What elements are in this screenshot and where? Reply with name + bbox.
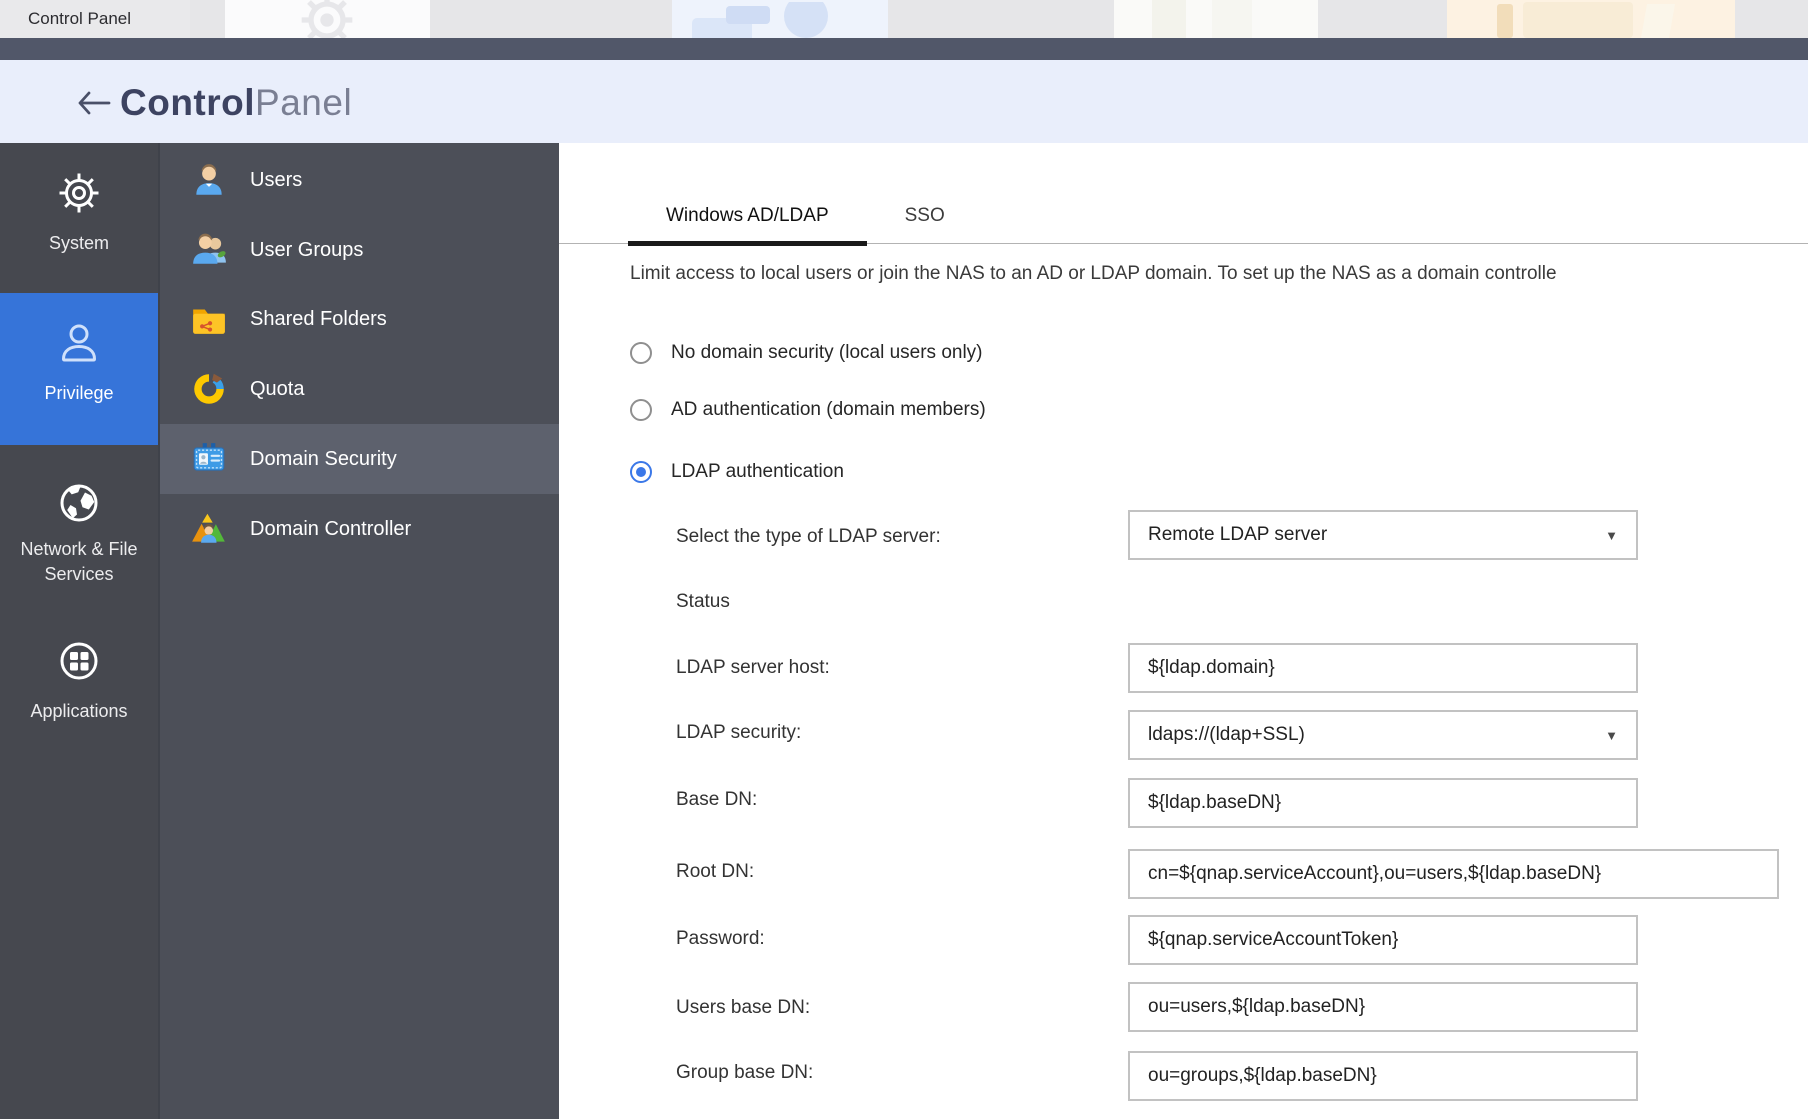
ldap-server-host-input[interactable] (1128, 643, 1638, 693)
user-icon (190, 161, 228, 199)
back-arrow-icon (76, 90, 112, 116)
ldap-server-host-label: LDAP server host: (676, 656, 830, 680)
ldap-type-dropdown[interactable]: Remote LDAP server ▼ (1128, 510, 1638, 560)
app-header: ControlPanel (0, 60, 1808, 143)
ldap-security-dropdown[interactable]: ldaps://(ldap+SSL) ▼ (1128, 710, 1638, 760)
globe-icon (55, 479, 103, 527)
files-ghost-icon (686, 2, 876, 38)
shared-folder-icon (190, 300, 228, 338)
menu-item-shared-folders[interactable]: Shared Folders (160, 284, 561, 354)
chevron-down-icon: ▼ (1605, 528, 1618, 543)
radio-ad-authentication[interactable]: AD authentication (domain members) (630, 397, 986, 423)
users-base-dn-input[interactable] (1128, 982, 1638, 1032)
menu-item-quota[interactable]: Quota (160, 354, 561, 424)
back-button[interactable] (72, 88, 116, 120)
quota-donut-icon (190, 370, 228, 408)
radio-icon[interactable] (630, 342, 652, 364)
taskbar-tab-label: Control Panel (28, 9, 131, 29)
status-label: Status (676, 590, 730, 614)
ldap-security-label: LDAP security: (676, 721, 801, 745)
menu-item-users[interactable]: Users (160, 145, 561, 215)
taskbar: Control Panel (0, 0, 1808, 38)
window-title-bar (0, 38, 1808, 60)
folder-ghost-icon (1487, 2, 1707, 38)
ldap-security-value: ldaps://(ldap+SSL) (1148, 724, 1305, 746)
radio-icon[interactable] (630, 399, 652, 421)
chevron-down-icon: ▼ (1605, 728, 1618, 743)
sidebar-item-label: Network & File Services (4, 537, 154, 587)
sidebar-item-label: Applications (30, 699, 127, 724)
ldap-type-value: Remote LDAP server (1148, 524, 1327, 546)
gear-icon (55, 169, 103, 217)
radio-ldap-authentication[interactable]: LDAP authentication (630, 459, 844, 485)
root-dn-label: Root DN: (676, 860, 754, 884)
apps-grid-icon (55, 637, 103, 685)
menu-item-domain-security[interactable]: Domain Security (160, 424, 561, 494)
users-base-dn-label: Users base DN: (676, 996, 810, 1020)
page-title-light: Panel (255, 82, 352, 123)
radio-no-domain-security[interactable]: No domain security (local users only) (630, 340, 983, 366)
radio-label: AD authentication (domain members) (671, 399, 986, 421)
user-icon (55, 319, 103, 367)
domain-controller-icon (190, 510, 228, 548)
sidebar-item-label: System (49, 231, 109, 256)
password-label: Password: (676, 927, 765, 951)
control-panel-window: Control Panel (0, 0, 1808, 1119)
sidebar-item-network-file-services[interactable]: Network & File Services (0, 473, 158, 593)
tab-bar: Windows AD/LDAP SSO (559, 143, 1808, 244)
menu-item-user-groups[interactable]: User Groups (160, 215, 561, 285)
menu-item-label: Quota (250, 378, 304, 401)
window-preview-settings[interactable] (225, 0, 430, 38)
window-preview-files[interactable] (672, 0, 888, 38)
gear-ghost-icon (295, 0, 359, 38)
sidebar-item-system[interactable]: System (0, 163, 158, 279)
radio-label: LDAP authentication (671, 461, 844, 483)
category-sidebar: System Privilege Network & File Services (0, 143, 158, 1119)
window-preview-document[interactable] (1114, 0, 1318, 38)
menu-item-domain-controller[interactable]: Domain Controller (160, 494, 561, 564)
id-badge-icon (190, 440, 228, 478)
base-dn-input[interactable] (1128, 778, 1638, 828)
menu-item-label: Domain Controller (250, 518, 411, 541)
group-base-dn-input[interactable] (1128, 1051, 1638, 1101)
ldap-type-label: Select the type of LDAP server: (676, 525, 941, 549)
taskbar-tab-control-panel[interactable]: Control Panel (0, 0, 190, 38)
menu-item-label: Shared Folders (250, 308, 387, 331)
radio-icon[interactable] (630, 461, 652, 483)
page-title: ControlPanel (120, 82, 352, 124)
domain-security-panel: Windows AD/LDAP SSO Limit access to loca… (559, 143, 1808, 1119)
root-dn-input[interactable] (1128, 849, 1779, 899)
menu-item-label: Users (250, 169, 302, 192)
tab-windows-ad-ldap[interactable]: Windows AD/LDAP (628, 205, 867, 246)
window-preview-folder[interactable] (1447, 0, 1735, 38)
menu-item-label: Domain Security (250, 448, 397, 471)
page-description: Limit access to local users or join the … (630, 263, 1808, 285)
base-dn-label: Base DN: (676, 788, 757, 812)
sidebar-item-label: Privilege (44, 381, 113, 406)
menu-item-label: User Groups (250, 239, 363, 262)
radio-label: No domain security (local users only) (671, 342, 983, 364)
page-title-bold: Control (120, 82, 255, 123)
password-input[interactable] (1128, 915, 1638, 965)
group-base-dn-label: Group base DN: (676, 1061, 813, 1085)
document-ghost-icon (1134, 0, 1304, 38)
sidebar-item-applications[interactable]: Applications (0, 631, 158, 751)
user-groups-icon (190, 231, 228, 269)
tab-sso[interactable]: SSO (867, 205, 983, 246)
privilege-menu: Users User Groups (158, 143, 559, 1119)
sidebar-item-privilege[interactable]: Privilege (0, 293, 158, 445)
